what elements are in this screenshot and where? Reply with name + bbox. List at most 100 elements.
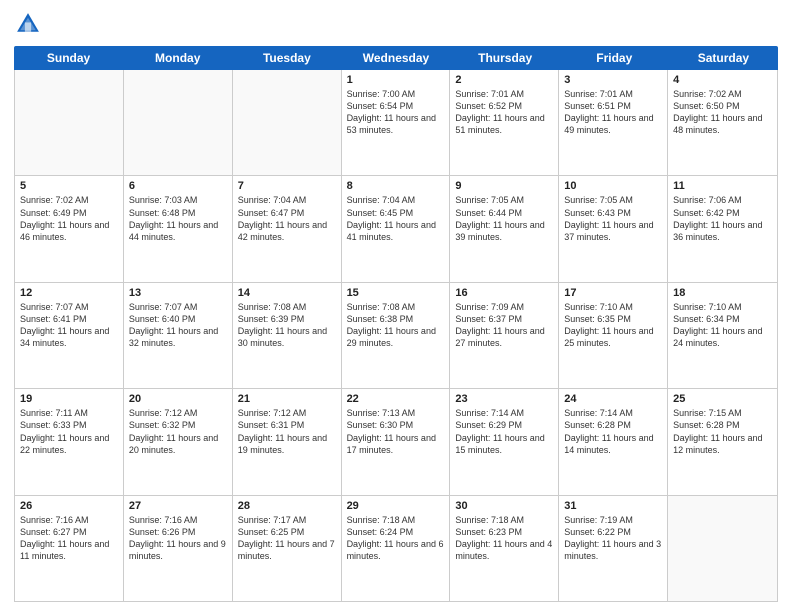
cell-info: Sunrise: 7:08 AM Sunset: 6:38 PM Dayligh… xyxy=(347,301,445,350)
day-cell-10: 10Sunrise: 7:05 AM Sunset: 6:43 PM Dayli… xyxy=(559,176,668,281)
cell-info: Sunrise: 7:13 AM Sunset: 6:30 PM Dayligh… xyxy=(347,407,445,456)
day-number: 3 xyxy=(564,74,662,86)
day-header-friday: Friday xyxy=(560,46,669,70)
empty-cell xyxy=(233,70,342,175)
day-number: 15 xyxy=(347,287,445,299)
day-cell-5: 5 Sunrise: 7:02 AM Sunset: 6:49 PM Daylig… xyxy=(15,176,124,281)
cell-info: Sunrise: 7:14 AM Sunset: 6:29 PM Dayligh… xyxy=(455,407,553,456)
day-number: 30 xyxy=(455,500,553,512)
cell-info: Sunrise: 7:11 AM Sunset: 6:33 PM Dayligh… xyxy=(20,407,118,456)
day-cell-2: 2 Sunrise: 7:01 AM Sunset: 6:52 PM Daylig… xyxy=(450,70,559,175)
week-row-2: 12Sunrise: 7:07 AM Sunset: 6:41 PM Dayli… xyxy=(15,283,777,389)
logo-icon xyxy=(14,10,42,38)
day-cell-29: 29Sunrise: 7:18 AM Sunset: 6:24 PM Dayli… xyxy=(342,496,451,601)
cell-info: Sunrise: 7:07 AM Sunset: 6:40 PM Dayligh… xyxy=(129,301,227,350)
day-number: 4 xyxy=(673,74,772,86)
cell-info: Sunrise: 7:19 AM Sunset: 6:22 PM Dayligh… xyxy=(564,514,662,563)
cell-info: Sunrise: 7:04 AM Sunset: 6:47 PM Dayligh… xyxy=(238,194,336,243)
cell-info: Sunrise: 7:01 AM Sunset: 6:52 PM Dayligh… xyxy=(455,88,553,137)
calendar: SundayMondayTuesdayWednesdayThursdayFrid… xyxy=(14,46,778,602)
cell-info: Sunrise: 7:16 AM Sunset: 6:26 PM Dayligh… xyxy=(129,514,227,563)
day-cell-19: 19 Sunrise: 7:11 AM Sunset: 6:33 PM Dayli… xyxy=(15,389,124,494)
day-cell-15: 15 Sunrise: 7:08 AM Sunset: 6:38 PM Dayli… xyxy=(342,283,451,388)
day-cell-11: 11 Sunrise: 7:06 AM Sunset: 6:42 PM Dayli… xyxy=(668,176,777,281)
header xyxy=(14,10,778,38)
week-row-3: 19 Sunrise: 7:11 AM Sunset: 6:33 PM Dayli… xyxy=(15,389,777,495)
day-number: 16 xyxy=(455,287,553,299)
cell-info: Sunrise: 7:04 AM Sunset: 6:45 PM Dayligh… xyxy=(347,194,445,243)
day-cell-14: 14Sunrise: 7:08 AM Sunset: 6:39 PM Dayli… xyxy=(233,283,342,388)
day-number: 10 xyxy=(564,180,662,192)
day-header-sunday: Sunday xyxy=(14,46,123,70)
day-cell-7: 7 Sunrise: 7:04 AM Sunset: 6:47 PM Daylig… xyxy=(233,176,342,281)
day-cell-22: 22 Sunrise: 7:13 AM Sunset: 6:30 PM Dayli… xyxy=(342,389,451,494)
day-number: 21 xyxy=(238,393,336,405)
day-number: 1 xyxy=(347,74,445,86)
cell-info: Sunrise: 7:14 AM Sunset: 6:28 PM Dayligh… xyxy=(564,407,662,456)
cell-info: Sunrise: 7:16 AM Sunset: 6:27 PM Dayligh… xyxy=(20,514,118,563)
day-cell-28: 28 Sunrise: 7:17 AM Sunset: 6:25 PM Dayli… xyxy=(233,496,342,601)
empty-cell xyxy=(668,496,777,601)
cell-info: Sunrise: 7:02 AM Sunset: 6:50 PM Dayligh… xyxy=(673,88,772,137)
day-number: 5 xyxy=(20,180,118,192)
day-cell-13: 13 Sunrise: 7:07 AM Sunset: 6:40 PM Dayli… xyxy=(124,283,233,388)
cell-info: Sunrise: 7:17 AM Sunset: 6:25 PM Dayligh… xyxy=(238,514,336,563)
week-row-0: 1Sunrise: 7:00 AM Sunset: 6:54 PM Daylig… xyxy=(15,70,777,176)
calendar-body: 1Sunrise: 7:00 AM Sunset: 6:54 PM Daylig… xyxy=(14,70,778,602)
day-number: 6 xyxy=(129,180,227,192)
day-number: 8 xyxy=(347,180,445,192)
day-cell-16: 16 Sunrise: 7:09 AM Sunset: 6:37 PM Dayli… xyxy=(450,283,559,388)
day-number: 9 xyxy=(455,180,553,192)
empty-cell xyxy=(124,70,233,175)
cell-info: Sunrise: 7:09 AM Sunset: 6:37 PM Dayligh… xyxy=(455,301,553,350)
day-number: 2 xyxy=(455,74,553,86)
day-cell-4: 4 Sunrise: 7:02 AM Sunset: 6:50 PM Daylig… xyxy=(668,70,777,175)
cell-info: Sunrise: 7:15 AM Sunset: 6:28 PM Dayligh… xyxy=(673,407,772,456)
cell-info: Sunrise: 7:12 AM Sunset: 6:31 PM Dayligh… xyxy=(238,407,336,456)
day-cell-18: 18Sunrise: 7:10 AM Sunset: 6:34 PM Dayli… xyxy=(668,283,777,388)
day-number: 31 xyxy=(564,500,662,512)
day-number: 19 xyxy=(20,393,118,405)
day-number: 26 xyxy=(20,500,118,512)
cell-info: Sunrise: 7:03 AM Sunset: 6:48 PM Dayligh… xyxy=(129,194,227,243)
day-number: 17 xyxy=(564,287,662,299)
cell-info: Sunrise: 7:06 AM Sunset: 6:42 PM Dayligh… xyxy=(673,194,772,243)
day-cell-30: 30 Sunrise: 7:18 AM Sunset: 6:23 PM Dayli… xyxy=(450,496,559,601)
day-cell-20: 20 Sunrise: 7:12 AM Sunset: 6:32 PM Dayli… xyxy=(124,389,233,494)
day-number: 22 xyxy=(347,393,445,405)
day-cell-26: 26 Sunrise: 7:16 AM Sunset: 6:27 PM Dayli… xyxy=(15,496,124,601)
week-row-4: 26 Sunrise: 7:16 AM Sunset: 6:27 PM Dayli… xyxy=(15,496,777,601)
day-number: 27 xyxy=(129,500,227,512)
day-header-wednesday: Wednesday xyxy=(341,46,450,70)
day-number: 23 xyxy=(455,393,553,405)
day-cell-1: 1Sunrise: 7:00 AM Sunset: 6:54 PM Daylig… xyxy=(342,70,451,175)
day-cell-23: 23 Sunrise: 7:14 AM Sunset: 6:29 PM Dayli… xyxy=(450,389,559,494)
day-number: 11 xyxy=(673,180,772,192)
day-number: 20 xyxy=(129,393,227,405)
day-header-thursday: Thursday xyxy=(451,46,560,70)
day-number: 29 xyxy=(347,500,445,512)
day-cell-6: 6 Sunrise: 7:03 AM Sunset: 6:48 PM Daylig… xyxy=(124,176,233,281)
cell-info: Sunrise: 7:01 AM Sunset: 6:51 PM Dayligh… xyxy=(564,88,662,137)
day-cell-8: 8 Sunrise: 7:04 AM Sunset: 6:45 PM Daylig… xyxy=(342,176,451,281)
cell-info: Sunrise: 7:12 AM Sunset: 6:32 PM Dayligh… xyxy=(129,407,227,456)
page-container: SundayMondayTuesdayWednesdayThursdayFrid… xyxy=(0,0,792,612)
day-cell-31: 31 Sunrise: 7:19 AM Sunset: 6:22 PM Dayli… xyxy=(559,496,668,601)
week-row-1: 5 Sunrise: 7:02 AM Sunset: 6:49 PM Daylig… xyxy=(15,176,777,282)
day-header-tuesday: Tuesday xyxy=(232,46,341,70)
day-number: 13 xyxy=(129,287,227,299)
day-number: 28 xyxy=(238,500,336,512)
day-cell-27: 27 Sunrise: 7:16 AM Sunset: 6:26 PM Dayli… xyxy=(124,496,233,601)
day-number: 7 xyxy=(238,180,336,192)
day-header-saturday: Saturday xyxy=(669,46,778,70)
day-cell-24: 24Sunrise: 7:14 AM Sunset: 6:28 PM Dayli… xyxy=(559,389,668,494)
day-number: 14 xyxy=(238,287,336,299)
cell-info: Sunrise: 7:07 AM Sunset: 6:41 PM Dayligh… xyxy=(20,301,118,350)
cell-info: Sunrise: 7:18 AM Sunset: 6:23 PM Dayligh… xyxy=(455,514,553,563)
empty-cell xyxy=(15,70,124,175)
day-header-monday: Monday xyxy=(123,46,232,70)
cell-info: Sunrise: 7:02 AM Sunset: 6:49 PM Dayligh… xyxy=(20,194,118,243)
day-cell-12: 12Sunrise: 7:07 AM Sunset: 6:41 PM Dayli… xyxy=(15,283,124,388)
cell-info: Sunrise: 7:10 AM Sunset: 6:34 PM Dayligh… xyxy=(673,301,772,350)
calendar-header: SundayMondayTuesdayWednesdayThursdayFrid… xyxy=(14,46,778,70)
